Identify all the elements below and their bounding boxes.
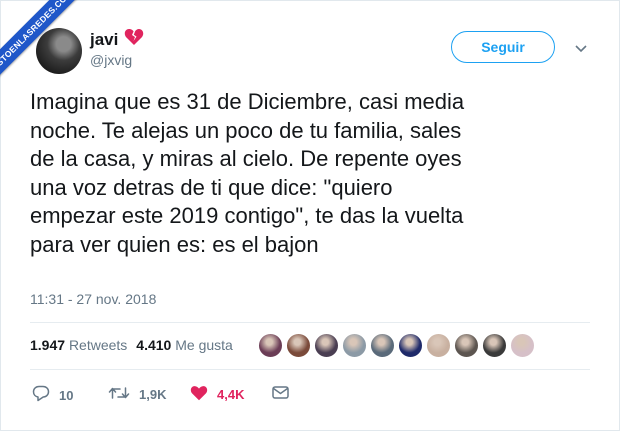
liker-avatars bbox=[258, 333, 535, 358]
tweet-text: Imagina que es 31 de Diciembre, casi med… bbox=[30, 88, 602, 260]
liker-avatar[interactable] bbox=[510, 333, 535, 358]
like-button[interactable]: 4,4K bbox=[190, 385, 244, 404]
liker-avatar[interactable] bbox=[398, 333, 423, 358]
engagement-stats: 1.947 Retweets 4.410 Me gusta bbox=[30, 337, 233, 353]
likes-count: 4.410 bbox=[136, 337, 172, 353]
chevron-down-icon[interactable] bbox=[575, 40, 587, 58]
follow-button[interactable]: Seguir bbox=[451, 31, 555, 63]
tweet-line: de la casa, y miras al cielo. De repente… bbox=[30, 146, 462, 172]
liker-avatar[interactable] bbox=[342, 333, 367, 358]
retweet-button[interactable]: 1,9K bbox=[108, 385, 166, 404]
tweet-line: noche. Te alejas un poco de tu familia, … bbox=[30, 117, 462, 143]
tweet-line: para ver quien es: es el bajon bbox=[30, 231, 319, 257]
retweet-icon bbox=[108, 385, 130, 404]
liker-avatar[interactable] bbox=[482, 333, 507, 358]
tweet-timestamp[interactable]: 11:31 - 27 nov. 2018 bbox=[30, 291, 156, 307]
liker-avatar[interactable] bbox=[370, 333, 395, 358]
author-handle[interactable]: @jxvig bbox=[90, 52, 132, 68]
avatar[interactable] bbox=[36, 28, 82, 74]
envelope-icon bbox=[272, 385, 289, 403]
tweet-line: una voz detras de ti que dice: "quiero bbox=[30, 174, 393, 200]
reply-icon bbox=[32, 385, 50, 405]
retweets-label: Retweets bbox=[68, 337, 128, 353]
likes-label: Me gusta bbox=[175, 337, 233, 353]
heart-icon bbox=[190, 385, 208, 404]
author-name-row[interactable]: javi bbox=[90, 28, 144, 51]
author-name[interactable]: javi bbox=[90, 30, 118, 50]
retweet-count: 1,9K bbox=[139, 387, 167, 402]
liker-avatar[interactable] bbox=[314, 333, 339, 358]
likes-stat[interactable]: 4.410 Me gusta bbox=[136, 337, 233, 353]
liker-avatar[interactable] bbox=[258, 333, 283, 358]
broken-heart-icon bbox=[124, 28, 144, 51]
message-button[interactable] bbox=[272, 385, 289, 403]
divider bbox=[30, 322, 590, 323]
tweet-line: empezar este 2019 contigo", te das la vu… bbox=[30, 203, 464, 229]
like-count: 4,4K bbox=[217, 387, 245, 402]
reply-count: 10 bbox=[59, 387, 74, 403]
retweets-count: 1.947 bbox=[30, 337, 66, 353]
reply-button[interactable]: 10 bbox=[32, 385, 73, 405]
liker-avatar[interactable] bbox=[426, 333, 451, 358]
retweets-stat[interactable]: 1.947 Retweets bbox=[30, 337, 127, 353]
liker-avatar[interactable] bbox=[286, 333, 311, 358]
divider bbox=[30, 369, 590, 370]
liker-avatar[interactable] bbox=[454, 333, 479, 358]
tweet-actions: 10 1,9K 4,4K bbox=[0, 384, 620, 404]
tweet-line: Imagina que es 31 de Diciembre, casi med… bbox=[30, 89, 465, 114]
